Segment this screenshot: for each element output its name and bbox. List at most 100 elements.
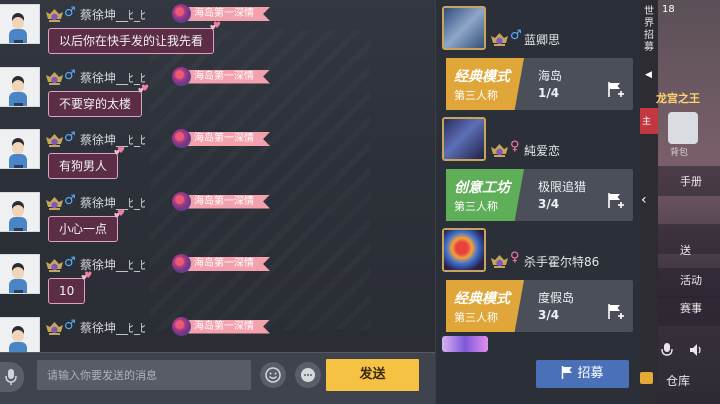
emoji-button[interactable] <box>260 362 286 388</box>
recruiter-nickname[interactable]: 杀手霍尔特86 <box>524 253 599 270</box>
avatar[interactable] <box>0 129 40 169</box>
recruit-panel[interactable]: 招募 ♂ 蓝卿思 经典模式 第三人称 海岛 1/4 ♀ 純爱恋 创意工坊 第三人称 极限追猎 3/4 ♀… <box>435 0 640 404</box>
chat-panel[interactable]: ♂ 蔡徐坤__ﾋ_ﾋ 海岛第一深情 以后你在快手发的让我先看 ♥ ♥ ♂ 蔡徐坤__ﾋ_ﾋ 海岛… <box>0 0 435 352</box>
mode-title: 创意工坊 <box>454 180 510 196</box>
flower-icon <box>172 129 191 148</box>
send-button[interactable]: 发送 <box>326 359 419 391</box>
heart-small-icon: ♥ <box>81 274 88 282</box>
flower-icon <box>172 66 191 86</box>
sidebar-title: 龙宫之王 <box>656 92 700 105</box>
quick-phrase-button[interactable] <box>295 362 321 388</box>
message-bubble[interactable]: 小心一点 ♥ ♥ <box>48 209 125 242</box>
flag-icon <box>562 366 573 379</box>
collapse-arrow-icon[interactable]: ◀ <box>645 70 652 80</box>
recruit-info-box[interactable]: 经典模式第三人称 度假岛 3/4 <box>446 280 633 332</box>
bag-icon[interactable] <box>668 112 698 144</box>
sidebar-row-send-label: 送 <box>680 244 691 257</box>
team-count: 3/4 <box>538 197 560 211</box>
avatar[interactable] <box>442 228 486 272</box>
message-bubble[interactable]: 不要穿的太楼 ♥ ♥ <box>48 84 149 117</box>
sender-nickname[interactable]: 蔡徐坤__ﾋ_ﾋ <box>80 194 146 211</box>
rank-badge-icon <box>46 133 63 147</box>
title-tag-text: 海岛第一深情 <box>194 133 254 144</box>
recruit-info-box[interactable]: 经典模式 第三人称 海岛 1/4 <box>446 58 633 110</box>
avatar[interactable] <box>0 316 40 352</box>
chat-message: ♂ 蔡徐坤__ﾋ_ﾋ 海岛第一深情 不要穿的太楼 ♥ ♥ <box>0 65 435 127</box>
mode-perspective: 第三人称 <box>454 89 498 102</box>
recruit-card[interactable]: ♀ 杀手霍尔特86 经典模式第三人称 度假岛 3/4 <box>436 222 640 337</box>
avatar[interactable] <box>442 6 486 50</box>
gender-icon: ♀ <box>510 250 520 265</box>
title-tag: 海岛第一深情 <box>172 316 272 336</box>
sender-nickname[interactable]: 蔡徐坤__ﾋ_ﾋ <box>80 319 146 336</box>
recruiter-nickname[interactable]: 蓝卿思 <box>524 31 560 48</box>
team-count: 3/4 <box>538 308 560 322</box>
rank-badge-icon <box>491 254 508 268</box>
male-gender-icon: ♂ <box>64 255 76 270</box>
male-gender-icon: ♂ <box>64 5 76 20</box>
sender-nickname[interactable]: 蔡徐坤__ﾋ_ﾋ <box>80 6 146 23</box>
avatar[interactable] <box>0 66 40 107</box>
chat-message: ♂ 蔡徐坤__ﾋ_ﾋ 海岛第一深情 以后你在快手发的让我先看 ♥ ♥ <box>0 2 435 64</box>
status-count: 18 <box>662 4 675 15</box>
sender-nickname[interactable]: 蔡徐坤__ﾋ_ﾋ <box>80 131 146 148</box>
title-tag-text: 海岛第一深情 <box>194 258 254 269</box>
sidebar-red-tab[interactable]: 主 <box>640 108 658 134</box>
avatar[interactable] <box>442 117 486 161</box>
message-bubble[interactable]: 10 ♥ ♥ <box>48 272 92 304</box>
speaker-icon[interactable] <box>688 342 704 358</box>
message-bubble[interactable]: 有狗男人 ♥ ♥ <box>48 147 125 179</box>
recruit-card[interactable]: ♀ 純爱恋 创意工坊 第三人称 极限追猎 3/4 <box>436 111 640 226</box>
male-gender-icon: ♂ <box>64 130 76 145</box>
avatar[interactable] <box>0 191 40 232</box>
gender-icon: ♂ <box>510 28 522 43</box>
mode-title: 经典模式 <box>454 291 510 307</box>
world-recruit-label[interactable]: 世界招募 <box>643 6 655 54</box>
join-flag-icon[interactable] <box>607 304 625 324</box>
chat-message: ♂ 蔡徐坤__ﾋ_ﾋ 海岛第一深情 10 ♥ ♥ <box>0 252 435 314</box>
flower-icon <box>172 191 191 211</box>
message-text: 有狗男人 <box>59 159 108 173</box>
heart-small-icon: ♥ <box>209 24 217 32</box>
bag-label: 背包 <box>670 148 689 158</box>
message-bubble[interactable]: 以后你在快手发的让我先看 ♥ ♥ <box>48 22 221 54</box>
sidebar-row-events-label: 赛事 <box>680 302 702 315</box>
gift-icon[interactable] <box>640 372 653 384</box>
side-chevron-icon[interactable]: ‹ <box>641 192 647 208</box>
status-indicator: 18 <box>662 4 675 15</box>
title-tag-text: 海岛第一深情 <box>194 320 254 332</box>
recruit-button-label: 招募 <box>577 366 604 381</box>
team-count: 1/4 <box>538 86 560 100</box>
microphone-icon[interactable] <box>660 342 674 358</box>
message-text: 不要穿的太楼 <box>59 96 132 111</box>
rank-badge-icon <box>46 8 63 22</box>
male-gender-icon: ♂ <box>64 317 76 333</box>
message-text: 小心一点 <box>59 221 108 236</box>
storage-label[interactable]: 仓库 <box>666 372 690 389</box>
avatar[interactable] <box>0 254 40 294</box>
rank-badge-icon <box>46 321 63 335</box>
rank-badge-icon <box>46 196 63 210</box>
heart-small-icon: ♥ <box>113 211 121 220</box>
flower-icon <box>172 4 191 23</box>
recruit-button[interactable]: 招募 <box>536 360 629 388</box>
join-flag-icon[interactable] <box>607 193 625 213</box>
rank-badge-icon <box>46 71 63 85</box>
voice-button[interactable] <box>0 362 24 392</box>
chat-message: ♂ 蔡徐坤__ﾋ_ﾋ 海岛第一深情 小心一点 ♥ ♥ <box>0 190 435 252</box>
message-text: 10 <box>59 284 75 298</box>
recruit-info-box[interactable]: 创意工坊 第三人称 极限追猎 3/4 <box>446 169 633 221</box>
mode-perspective: 第三人称 <box>454 311 498 324</box>
game-sidebar: 世界招募 ◀ 主 ‹ 18 龙宫之王 背包 手册 送 活动 赛事 仓库 <box>640 0 720 404</box>
avatar[interactable] <box>0 4 40 44</box>
message-input[interactable] <box>37 360 251 390</box>
sender-nickname[interactable]: 蔡徐坤__ﾋ_ﾋ <box>80 69 146 86</box>
map-name: 度假岛 <box>538 291 575 305</box>
title-tag-text: 海岛第一深情 <box>194 70 254 82</box>
join-flag-icon[interactable] <box>607 82 625 102</box>
speech-bubble-icon <box>301 368 315 382</box>
recruiter-nickname[interactable]: 純爱恋 <box>524 142 560 159</box>
recruit-card[interactable]: ♂ 蓝卿思经典模式 第三人称 海岛 1/4 <box>436 0 640 115</box>
chat-message: ♂ 蔡徐坤__ﾋ_ﾋ 海岛第一深情有狗男人 ♥ ♥ <box>0 127 435 189</box>
mode-perspective: 第三人称 <box>454 200 498 213</box>
